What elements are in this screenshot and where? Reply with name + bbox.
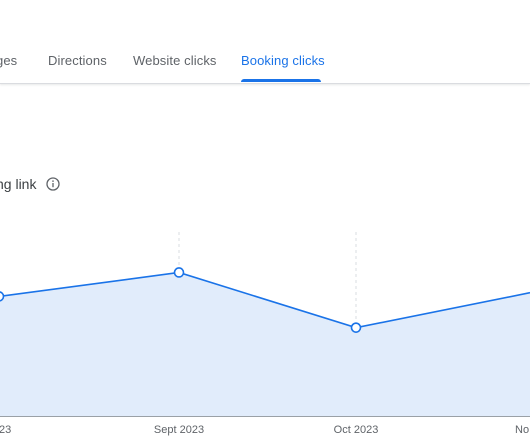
booking-clicks-page: ges Directions Website clicks Booking cl…: [0, 0, 530, 442]
x-tick-label-2: Oct 2023: [334, 424, 379, 436]
x-tick-label-0: 2023: [0, 424, 11, 436]
x-tick-label-1: Sept 2023: [154, 424, 204, 436]
x-tick-label-3: No: [515, 424, 529, 436]
data-point-0: [0, 291, 5, 302]
booking-clicks-chart: 2023 Sept 2023 Oct 2023 No: [0, 232, 530, 436]
data-point-2: [350, 322, 362, 333]
data-point-1: [173, 267, 185, 278]
series-area: [0, 272, 530, 416]
